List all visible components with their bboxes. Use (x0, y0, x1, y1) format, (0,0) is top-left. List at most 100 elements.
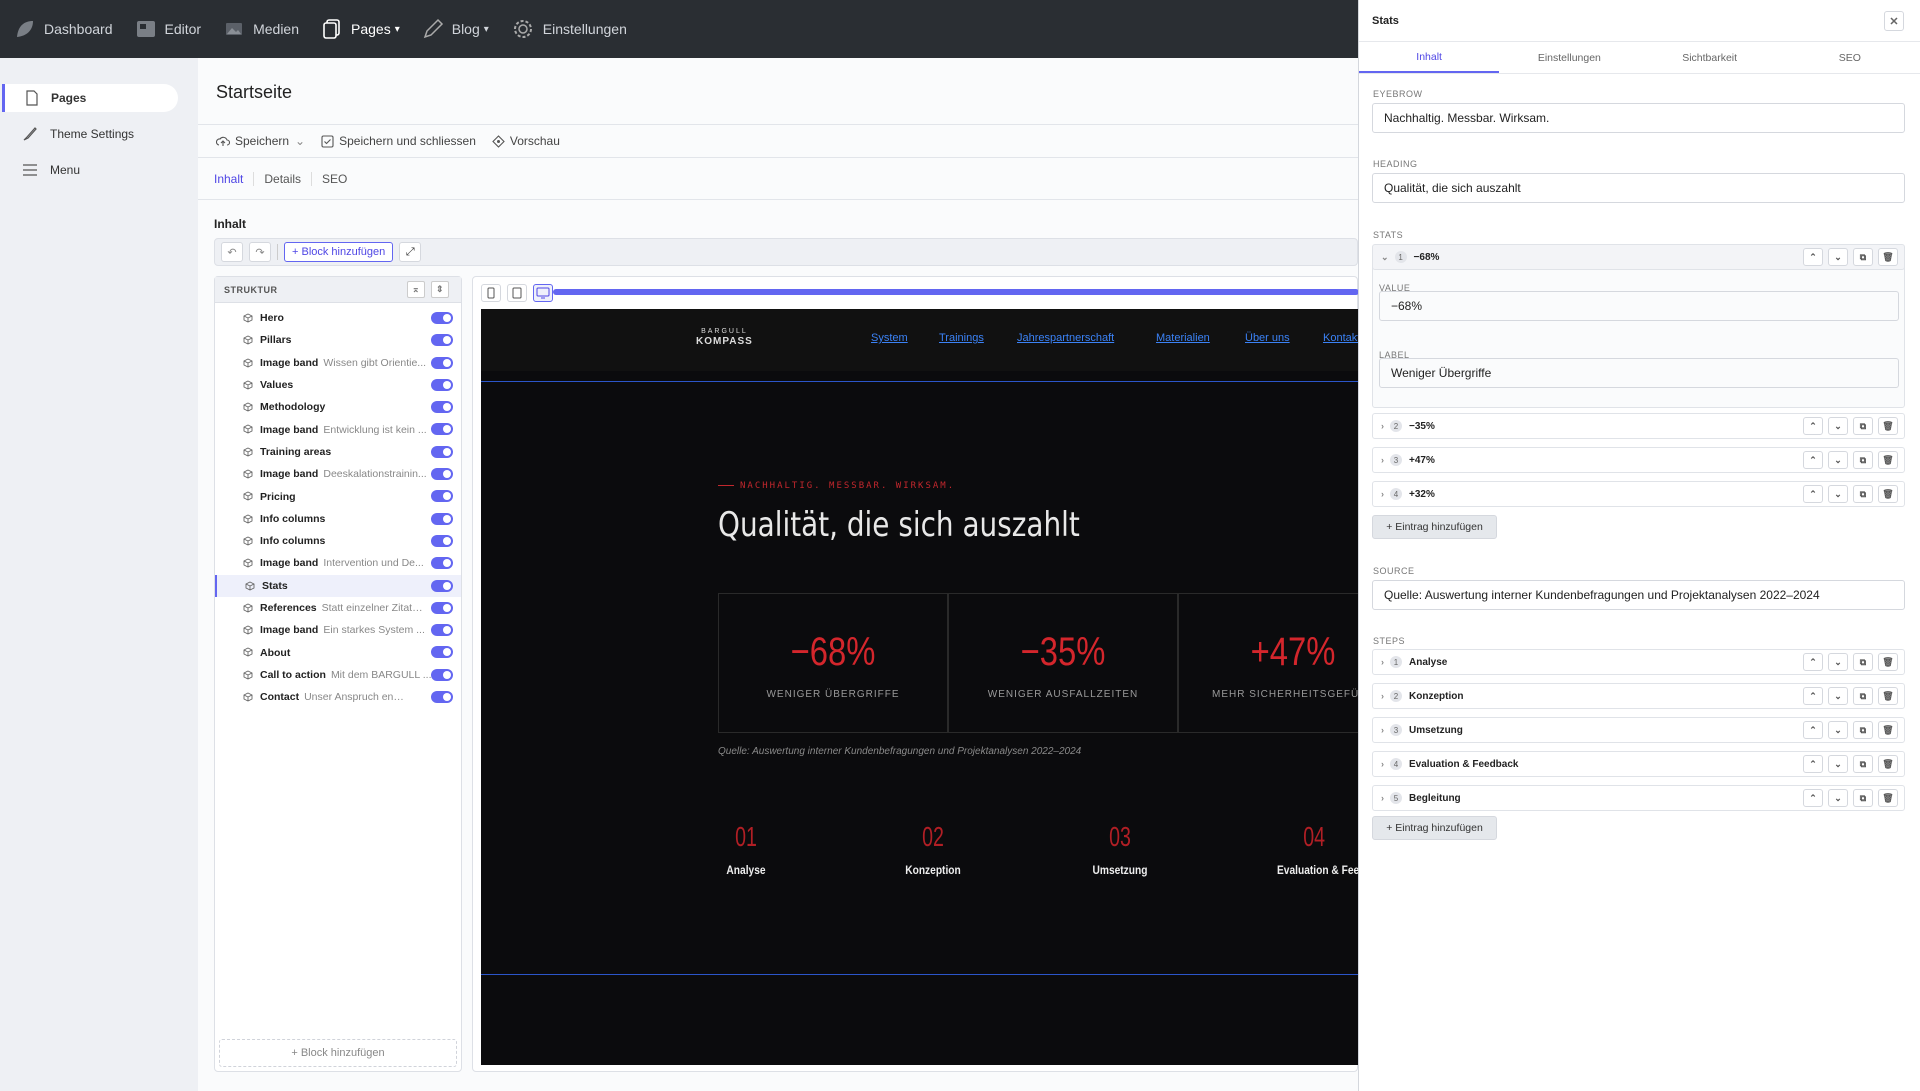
close-button[interactable]: ✕ (1884, 11, 1904, 31)
move-down-button[interactable]: ⌄ (1828, 653, 1848, 671)
move-down-button[interactable]: ⌄ (1828, 755, 1848, 773)
stats-item-row[interactable]: › 4 +32% ⌃ ⌄ ⧉ 🗑 (1372, 481, 1905, 507)
chevron-right-icon[interactable]: › (1381, 691, 1384, 701)
sidebar-item-pages[interactable]: Pages (2, 84, 178, 112)
move-up-button[interactable]: ⌃ (1803, 789, 1823, 807)
delete-button[interactable]: 🗑 (1878, 687, 1898, 705)
chevron-right-icon[interactable]: › (1381, 657, 1384, 667)
visibility-toggle[interactable] (431, 490, 453, 503)
visibility-toggle[interactable] (431, 468, 453, 481)
structure-item[interactable]: Values (215, 374, 461, 396)
move-down-button[interactable]: ⌄ (1828, 789, 1848, 807)
nav-blog[interactable]: Blog ▾ (422, 18, 489, 40)
stats-item-row[interactable]: ⌄ 1 −68% ⌃ ⌄ ⧉ 🗑 (1372, 244, 1905, 270)
duplicate-button[interactable]: ⧉ (1853, 789, 1873, 807)
move-down-button[interactable]: ⌄ (1828, 687, 1848, 705)
site-logo[interactable]: BARGULL KOMPASS (696, 327, 753, 347)
steps-item-row[interactable]: › 1 Analyse ⌃ ⌄ ⧉ 🗑 (1372, 649, 1905, 675)
source-input[interactable]: Quelle: Auswertung interner Kundenbefrag… (1372, 580, 1905, 610)
label-input[interactable]: Weniger Übergriffe (1379, 358, 1899, 388)
duplicate-button[interactable]: ⧉ (1853, 417, 1873, 435)
nav-einstellungen[interactable]: Einstellungen (511, 17, 627, 41)
structure-add-block-button[interactable]: + Block hinzufügen (219, 1039, 457, 1067)
chevron-right-icon[interactable]: › (1381, 489, 1384, 499)
chevron-down-icon[interactable]: ⌄ (1381, 252, 1389, 263)
duplicate-button[interactable]: ⧉ (1853, 721, 1873, 739)
structure-item[interactable]: Image band Deeskalationstrainin... (215, 463, 461, 485)
tab-seo[interactable]: SEO (1780, 42, 1920, 73)
move-up-button[interactable]: ⌃ (1803, 687, 1823, 705)
stats-item-row[interactable]: › 2 −35% ⌃ ⌄ ⧉ 🗑 (1372, 413, 1905, 439)
delete-button[interactable]: 🗑 (1878, 755, 1898, 773)
chevron-right-icon[interactable]: › (1381, 421, 1384, 431)
stats-item-row[interactable]: › 3 +47% ⌃ ⌄ ⧉ 🗑 (1372, 447, 1905, 473)
nav-pages[interactable]: Pages ▾ (321, 18, 400, 40)
structure-item[interactable]: Image band Intervention und De... (215, 552, 461, 574)
preview-button[interactable]: Vorschau (492, 134, 560, 148)
value-input[interactable]: −68% (1379, 291, 1899, 321)
steps-item-row[interactable]: › 4 Evaluation & Feedback ⌃ ⌄ ⧉ 🗑 (1372, 751, 1905, 777)
visibility-toggle[interactable] (431, 356, 453, 369)
structure-item[interactable]: Contact Unser Anspruch endet n... (215, 686, 461, 708)
tablet-view-button[interactable] (507, 284, 527, 302)
structure-item[interactable]: About (215, 641, 461, 663)
heading-input[interactable]: Qualität, die sich auszahlt (1372, 173, 1905, 203)
move-up-button[interactable]: ⌃ (1803, 417, 1823, 435)
mobile-view-button[interactable] (481, 284, 501, 302)
add-block-button[interactable]: + Block hinzufügen (284, 242, 394, 262)
redo-button[interactable]: ↷ (249, 242, 271, 262)
duplicate-button[interactable]: ⧉ (1853, 248, 1873, 266)
move-up-button[interactable]: ⌃ (1803, 485, 1823, 503)
delete-button[interactable]: 🗑 (1878, 417, 1898, 435)
tab-einstellungen[interactable]: Einstellungen (1499, 42, 1639, 73)
site-link-jahrespartnerschaft[interactable]: Jahrespartnerschaft (1017, 332, 1114, 344)
move-up-button[interactable]: ⌃ (1803, 721, 1823, 739)
fullscreen-button[interactable]: ⤢ (399, 242, 422, 262)
move-up-button[interactable]: ⌃ (1803, 653, 1823, 671)
visibility-toggle[interactable] (431, 378, 453, 391)
sidebar-item-theme-settings[interactable]: Theme Settings (2, 120, 178, 148)
structure-item[interactable]: Pillars (215, 329, 461, 351)
structure-item[interactable]: Image band Wissen gibt Orientie... (215, 352, 461, 374)
chevron-right-icon[interactable]: › (1381, 759, 1384, 769)
visibility-toggle[interactable] (431, 579, 453, 592)
tab-details[interactable]: Details (264, 171, 313, 186)
move-down-button[interactable]: ⌄ (1828, 248, 1848, 266)
save-button[interactable]: Speichern ⌄ (216, 134, 305, 148)
structure-item[interactable]: Info columns (215, 508, 461, 530)
save-close-button[interactable]: Speichern und schliessen (321, 134, 476, 148)
visibility-toggle[interactable] (431, 312, 453, 324)
site-link-kontakt[interactable]: Kontakt (1323, 332, 1359, 344)
visibility-toggle[interactable] (431, 601, 453, 614)
visibility-toggle[interactable] (431, 557, 453, 570)
delete-button[interactable]: 🗑 (1878, 485, 1898, 503)
move-down-button[interactable]: ⌄ (1828, 451, 1848, 469)
move-up-button[interactable]: ⌃ (1803, 248, 1823, 266)
structure-item[interactable]: Training areas (215, 441, 461, 463)
structure-item[interactable]: Image band Ein starkes System ... (215, 619, 461, 641)
visibility-toggle[interactable] (431, 401, 453, 414)
move-up-button[interactable]: ⌃ (1803, 755, 1823, 773)
delete-button[interactable]: 🗑 (1878, 451, 1898, 469)
visibility-toggle[interactable] (431, 445, 453, 458)
structure-item[interactable]: References Statt einzelner Zitate... (215, 597, 461, 619)
undo-button[interactable]: ↶ (221, 242, 243, 262)
tab-seo[interactable]: SEO (322, 172, 357, 186)
move-down-button[interactable]: ⌄ (1828, 417, 1848, 435)
duplicate-button[interactable]: ⧉ (1853, 755, 1873, 773)
chevron-right-icon[interactable]: › (1381, 793, 1384, 803)
tab-sichtbarkeit[interactable]: Sichtbarkeit (1640, 42, 1780, 73)
delete-button[interactable]: 🗑 (1878, 721, 1898, 739)
structure-item[interactable]: Call to action Mit dem BARGULL ... (215, 664, 461, 686)
chevron-down-icon[interactable]: ⌄ (295, 134, 305, 148)
visibility-toggle[interactable] (431, 668, 453, 681)
chevron-right-icon[interactable]: › (1381, 725, 1384, 735)
tab-inhalt[interactable]: Inhalt (214, 171, 255, 186)
structure-item[interactable]: Pricing (215, 485, 461, 507)
add-stat-entry-button[interactable]: + Eintrag hinzufügen (1372, 515, 1497, 539)
structure-item[interactable]: Methodology (215, 396, 461, 418)
delete-button[interactable]: 🗑 (1878, 248, 1898, 266)
steps-item-row[interactable]: › 2 Konzeption ⌃ ⌄ ⧉ 🗑 (1372, 683, 1905, 709)
sidebar-item-menu[interactable]: Menu (2, 156, 178, 184)
steps-item-row[interactable]: › 3 Umsetzung ⌃ ⌄ ⧉ 🗑 (1372, 717, 1905, 743)
